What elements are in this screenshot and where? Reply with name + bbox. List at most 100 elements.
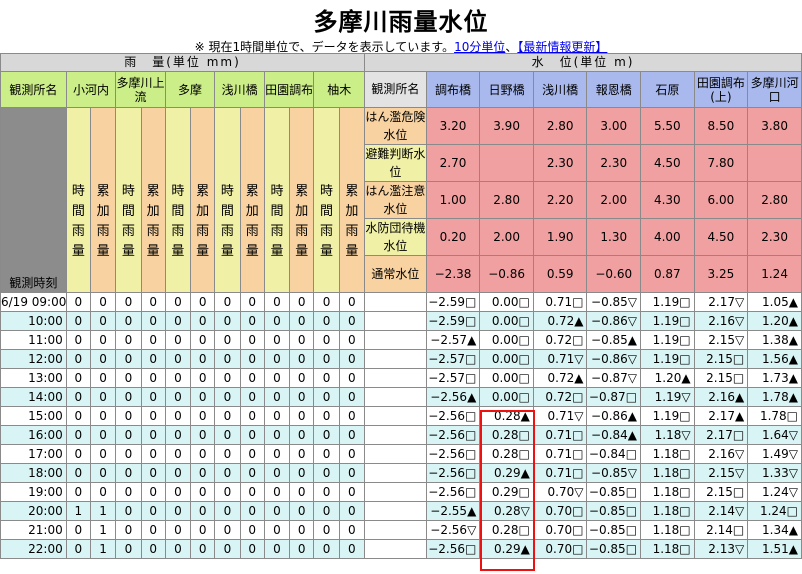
refresh-link[interactable]: 【最新情報更新】: [517, 40, 607, 54]
rain-cell: 0: [263, 330, 291, 350]
rain-cell: 0: [164, 539, 192, 559]
water-level-cell: −0.85□: [586, 501, 642, 521]
cumulative-rain-header: 累加雨量: [140, 107, 166, 293]
rain-cell: 0: [313, 501, 340, 521]
rain-cell: 0: [190, 444, 216, 464]
rain-cell: 0: [140, 311, 166, 331]
rain-cell: 0: [89, 292, 117, 312]
rain-cell: 0: [214, 311, 241, 331]
level-station-1: 日野橋: [479, 71, 534, 108]
spacer-cell: [364, 520, 427, 540]
rain-cell: 0: [115, 425, 142, 445]
ten-minute-link[interactable]: 10分単位: [454, 40, 505, 54]
threshold-value: 3.90: [479, 107, 534, 145]
rain-cell: 0: [65, 368, 91, 388]
spacer-cell: [364, 368, 427, 388]
rain-cell: 0: [65, 311, 91, 331]
rain-cell: 0: [89, 330, 117, 350]
water-level-cell: 0.72□: [532, 387, 588, 407]
time-cell: 18:00: [0, 463, 67, 483]
rain-cell: 0: [338, 482, 366, 502]
rain-cell: 0: [313, 482, 340, 502]
water-level-cell: 0.72▲: [532, 368, 588, 388]
rain-cell: 0: [89, 349, 117, 369]
rain-cell: 0: [313, 292, 340, 312]
threshold-value: 2.30: [747, 218, 802, 256]
rain-cell: 0: [263, 387, 291, 407]
station-row: 観測所名 小河内 多摩川上流 多摩 浅川橋 田園調布 柚木 観測所名 調布橋 日野橋 浅川橋 報恩橋石…: [0, 71, 802, 108]
water-level-cell: −2.56□: [425, 406, 481, 426]
rain-cell: 0: [313, 425, 340, 445]
time-cell: 17:00: [0, 444, 67, 464]
rain-cell: 0: [164, 520, 192, 540]
water-level-cell: −0.86▲: [586, 406, 642, 426]
rain-cell: 0: [89, 311, 117, 331]
rain-cell: 0: [338, 349, 366, 369]
water-level-cell: 0.29□: [479, 482, 534, 502]
threshold-value: 1.24: [747, 255, 802, 293]
spacer-cell: [364, 463, 427, 483]
rain-cell: 0: [338, 406, 366, 426]
water-level-cell: 0.28□: [479, 444, 534, 464]
threshold-value: 2.80: [532, 107, 588, 145]
rain-cell: 0: [239, 463, 265, 483]
threshold-value: 5.50: [640, 107, 695, 145]
rain-cell: 0: [140, 501, 166, 521]
rain-cell: 0: [289, 482, 315, 502]
water-level-cell: 2.15□: [693, 349, 749, 369]
rain-cell: 0: [313, 387, 340, 407]
data-grid: 雨 量(単位 mm) 水 位(単位 m) 観測所名 小河内 多摩川上流 多摩 浅川橋 田園調布…: [0, 53, 802, 574]
table-row: 15:00 0 0 0 0 0 0 0 0 0 0 0 0 −2.56□ 0.28▲ 0.71▽ −0.86▲ 1…: [0, 406, 802, 426]
water-level-cell: 0.00□: [479, 330, 534, 350]
water-level-cell: 1.78▲: [747, 387, 802, 407]
water-level-cell: −2.57▲: [425, 330, 481, 350]
water-level-cell: 1.51▲: [747, 539, 802, 559]
threshold-value: 3.00: [586, 107, 642, 145]
rain-cell: 0: [115, 501, 142, 521]
rain-cell: 0: [164, 425, 192, 445]
rain-cell: 0: [140, 520, 166, 540]
rain-cell: 0: [190, 520, 216, 540]
threshold-name: 水防団待機水位: [364, 218, 427, 256]
spacer-cell: [364, 330, 427, 350]
cumulative-rain-header-text: 累加雨量: [345, 184, 359, 259]
rain-cell: 0: [313, 406, 340, 426]
water-level-cell: 0.71□: [532, 463, 588, 483]
rain-cell: 0: [89, 425, 117, 445]
water-level-cell: −2.56□: [425, 425, 481, 445]
rain-cell: 0: [289, 349, 315, 369]
water-level-cell: 0.28▽: [479, 501, 534, 521]
table-row: 18:00 0 0 0 0 0 0 0 0 0 0 0 0 −2.56□ 0.29▲ 0.71□ −0.85▽ 1…: [0, 463, 802, 483]
time-cell: 6/19 09:00: [0, 292, 67, 312]
threshold-value: 4.50: [640, 144, 695, 182]
rain-cell: 0: [190, 292, 216, 312]
rain-cell: 0: [214, 330, 241, 350]
rain-cell: 0: [214, 482, 241, 502]
water-level-cell: −0.86▽: [586, 311, 642, 331]
water-level-cell: 0.71□: [532, 444, 588, 464]
table-row: 6/19 09:00 0 0 0 0 0 0 0 0 0 0 0 0 −2.59□ 0.00□ 0.71□ −0…: [0, 292, 802, 312]
threshold-value: −0.86: [479, 255, 534, 293]
rain-cell: 0: [164, 501, 192, 521]
rain-cell: 0: [289, 292, 315, 312]
rain-cell: 0: [313, 349, 340, 369]
water-level-cell: −2.56▽: [425, 520, 481, 540]
time-cell: 16:00: [0, 425, 67, 445]
rain-cell: 0: [239, 406, 265, 426]
water-level-cell: 1.05▲: [747, 292, 802, 312]
water-level-cell: 0.00□: [479, 311, 534, 331]
rain-cell: 0: [65, 387, 91, 407]
water-level-cell: −0.85□: [586, 539, 642, 559]
rain-cell: 0: [89, 406, 117, 426]
water-level-cell: 2.17□: [693, 425, 749, 445]
rain-cell: 0: [164, 292, 192, 312]
rain-cell: 1: [89, 539, 117, 559]
threshold-value: 2.30: [586, 144, 642, 182]
threshold-value: 4.50: [693, 218, 749, 256]
water-level-cell: −2.59□: [425, 311, 481, 331]
rain-cell: 0: [115, 330, 142, 350]
rain-station-2: 多摩: [164, 71, 216, 108]
rain-cell: 0: [263, 292, 291, 312]
threshold-value: [747, 144, 802, 182]
water-level-cell: 1.18□: [640, 520, 695, 540]
